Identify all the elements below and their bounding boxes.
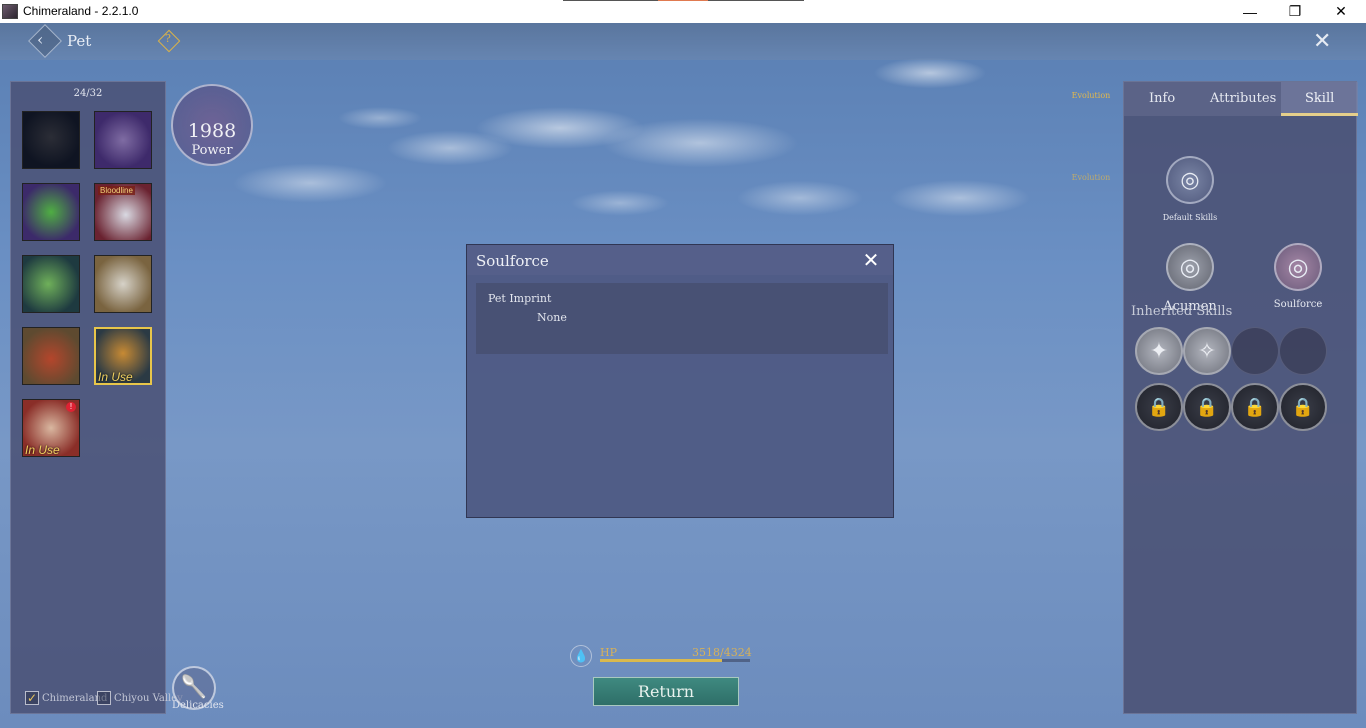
soulforce-dialog: Soulforce ✕ Pet Imprint None bbox=[466, 244, 894, 518]
title-progress-line bbox=[563, 0, 804, 1]
dialog-header: Soulforce ✕ bbox=[467, 245, 893, 275]
empty-skill-slot[interactable] bbox=[1231, 327, 1279, 375]
pet-imprint-label: Pet Imprint bbox=[488, 292, 552, 305]
bloodline-badge: Bloodline bbox=[98, 186, 135, 195]
pet-slot-green-lizard[interactable] bbox=[22, 255, 80, 313]
hp-track bbox=[600, 659, 750, 662]
close-window-button[interactable]: ✕ bbox=[1318, 0, 1364, 23]
app-icon bbox=[2, 4, 18, 19]
lock-icon[interactable]: 🔒 bbox=[1183, 383, 1231, 431]
lock-icon[interactable]: 🔒 bbox=[1135, 383, 1183, 431]
restore-button[interactable]: ❐ bbox=[1272, 0, 1318, 23]
lock-icon[interactable]: 🔒 bbox=[1231, 383, 1279, 431]
dialog-body: Pet Imprint None bbox=[476, 283, 888, 354]
alert-icon: ! bbox=[66, 402, 76, 412]
power-value: 1988 bbox=[187, 120, 237, 142]
evolution-button[interactable]: Evolution bbox=[1070, 91, 1112, 100]
filter-chimeraland[interactable]: ✓ Chimeraland bbox=[25, 691, 107, 705]
game-scene: ‹ Pet ? ✕ 24/32 Bloodline In Use! In Use ✓… bbox=[0, 23, 1366, 728]
soulforce-label: Soulforce bbox=[1273, 299, 1323, 310]
power-label: Power bbox=[191, 143, 233, 158]
filter-chiyou-valley[interactable]: Chiyou Valley bbox=[97, 691, 183, 705]
hp-drop-icon: 💧 bbox=[570, 645, 592, 667]
inherited-skill-icon[interactable]: ✦ bbox=[1135, 327, 1183, 375]
close-screen-button[interactable]: ✕ bbox=[1313, 29, 1331, 54]
pet-imprint-value: None bbox=[537, 311, 567, 324]
default-skill-icon[interactable]: ◎ bbox=[1166, 156, 1214, 204]
pet-portrait-icon bbox=[95, 256, 151, 312]
pet-slot-green-fish[interactable] bbox=[22, 183, 80, 241]
pet-count: 24/32 bbox=[73, 88, 103, 99]
back-button[interactable] bbox=[28, 24, 62, 58]
active-tab-underline bbox=[1281, 113, 1358, 116]
pet-portrait-icon bbox=[23, 256, 79, 312]
checkbox-unchecked-icon[interactable] bbox=[97, 691, 111, 705]
empty-skill-slot[interactable] bbox=[1279, 327, 1327, 375]
lock-icon[interactable]: 🔒 bbox=[1279, 383, 1327, 431]
hp-value: 3518/4324 bbox=[692, 646, 752, 659]
screen-title: Pet bbox=[67, 32, 92, 50]
pet-slot-yellow-bird[interactable]: In Use bbox=[94, 327, 152, 385]
pet-slot-white-dragon[interactable]: Bloodline bbox=[94, 183, 152, 241]
skill-panel: Info Attributes Skill ◎ Default Skills ◎… bbox=[1123, 81, 1358, 714]
default-skills-label: Default Skills bbox=[1162, 213, 1218, 222]
pet-list-panel: 24/32 Bloodline In Use! In Use bbox=[10, 81, 166, 714]
acumen-skill-icon[interactable]: ◎ bbox=[1166, 243, 1214, 291]
tab-info[interactable]: Info bbox=[1149, 91, 1175, 106]
window-titlebar: Chimeraland - 2.2.1.0 — ❐ ✕ bbox=[0, 0, 1366, 23]
checkbox-checked-icon[interactable]: ✓ bbox=[25, 691, 39, 705]
back-arrow-icon: ‹ bbox=[37, 30, 44, 49]
pet-slot-red-bird[interactable] bbox=[22, 327, 80, 385]
tab-attributes[interactable]: Attributes bbox=[1210, 91, 1276, 106]
pet-portrait-icon bbox=[23, 112, 79, 168]
pet-slot-purple-shark[interactable] bbox=[94, 111, 152, 169]
window-title: Chimeraland - 2.2.1.0 bbox=[23, 4, 139, 18]
inherited-skills-label: Inherited Skills bbox=[1131, 304, 1233, 319]
pet-slot-dinosaur-skull[interactable] bbox=[94, 255, 152, 313]
hp-label: HP bbox=[600, 646, 617, 659]
tab-bar: Info Attributes Skill bbox=[1124, 82, 1358, 116]
minimize-button[interactable]: — bbox=[1227, 0, 1273, 23]
inherited-skill-icon[interactable]: ✧ bbox=[1183, 327, 1231, 375]
tab-skill[interactable]: Skill bbox=[1305, 91, 1334, 106]
pet-portrait-icon bbox=[95, 112, 151, 168]
pet-portrait-icon bbox=[23, 184, 79, 240]
pet-portrait-icon bbox=[23, 328, 79, 384]
delicacies-label: Delicacies bbox=[172, 700, 224, 711]
return-button[interactable]: Return bbox=[593, 677, 739, 706]
hp-fill bbox=[600, 659, 723, 662]
top-bar: ‹ Pet ? ✕ bbox=[0, 23, 1366, 60]
hp-bar: 💧 HP 3518/4324 bbox=[570, 643, 755, 667]
dialog-title: Soulforce bbox=[476, 252, 549, 270]
help-icon: ? bbox=[165, 32, 171, 45]
pet-slot-red-creature[interactable]: ! In Use bbox=[22, 399, 80, 457]
pet-slot-dark-boar[interactable] bbox=[22, 111, 80, 169]
in-use-label: In Use bbox=[25, 443, 60, 457]
close-icon[interactable]: ✕ bbox=[859, 248, 883, 272]
soulforce-skill-icon[interactable]: ◎ bbox=[1274, 243, 1322, 291]
in-use-label: In Use bbox=[98, 370, 133, 384]
evolution-secondary-button[interactable]: Evolution bbox=[1068, 173, 1114, 182]
power-badge: 1988 Power bbox=[171, 84, 253, 166]
